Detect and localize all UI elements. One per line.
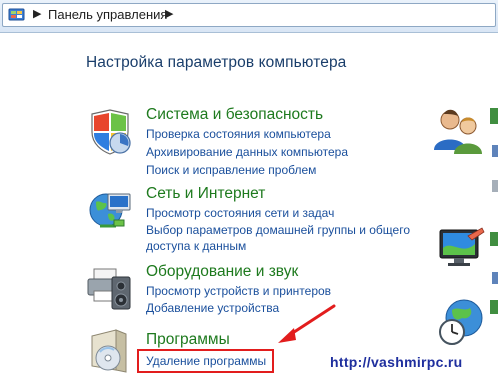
link-check-computer-status[interactable]: Проверка состояния компьютера bbox=[146, 126, 331, 142]
link-view-devices-printers[interactable]: Просмотр устройств и принтеров bbox=[146, 283, 331, 299]
cropped-category-title-2 bbox=[490, 232, 498, 246]
address-bar: ▶ Панель управления ▶ bbox=[0, 0, 498, 33]
cropped-category-title bbox=[490, 108, 498, 124]
page-title: Настройка параметров компьютера bbox=[86, 54, 347, 71]
breadcrumb-separator[interactable]: ▶ bbox=[33, 7, 41, 20]
category-programs-title[interactable]: Программы bbox=[146, 331, 230, 349]
address-field[interactable]: ▶ Панель управления ▶ bbox=[2, 3, 496, 27]
network-globe-icon bbox=[89, 193, 131, 228]
highlight-box bbox=[137, 349, 274, 373]
annotation-arrow-icon bbox=[278, 304, 336, 343]
link-view-network-status[interactable]: Просмотр состояния сети и задач bbox=[146, 205, 334, 221]
link-backup-computer[interactable]: Архивирование данных компьютера bbox=[146, 144, 348, 160]
cropped-link bbox=[492, 145, 498, 157]
programs-icon bbox=[91, 329, 127, 373]
category-system-security-title[interactable]: Система и безопасность bbox=[146, 106, 323, 124]
link-homegroup-sharing-cont[interactable]: доступа к данным bbox=[146, 238, 246, 254]
link-add-device[interactable]: Добавление устройства bbox=[146, 300, 279, 316]
cropped-link-2 bbox=[492, 272, 498, 284]
breadcrumb-control-panel[interactable]: Панель управления bbox=[48, 7, 167, 23]
control-panel-icon bbox=[8, 8, 25, 21]
watermark-url: http://vashmirpc.ru bbox=[330, 354, 463, 370]
cropped-category-title-3 bbox=[490, 300, 498, 314]
link-homegroup-sharing[interactable]: Выбор параметров домашней группы и общег… bbox=[146, 222, 410, 238]
clock-language-region-icon bbox=[439, 299, 483, 345]
cropped-icon-fragment bbox=[492, 180, 498, 192]
user-accounts-icon bbox=[434, 109, 482, 154]
breadcrumb-dropdown-separator[interactable]: ▶ bbox=[165, 7, 173, 20]
link-find-fix-problems[interactable]: Поиск и исправление проблем bbox=[146, 162, 316, 178]
category-network-internet-title[interactable]: Сеть и Интернет bbox=[146, 185, 265, 203]
appearance-display-icon bbox=[439, 227, 485, 266]
shield-icon bbox=[91, 109, 131, 155]
category-hardware-sound-title[interactable]: Оборудование и звук bbox=[146, 263, 298, 281]
printer-speaker-icon bbox=[87, 268, 131, 310]
